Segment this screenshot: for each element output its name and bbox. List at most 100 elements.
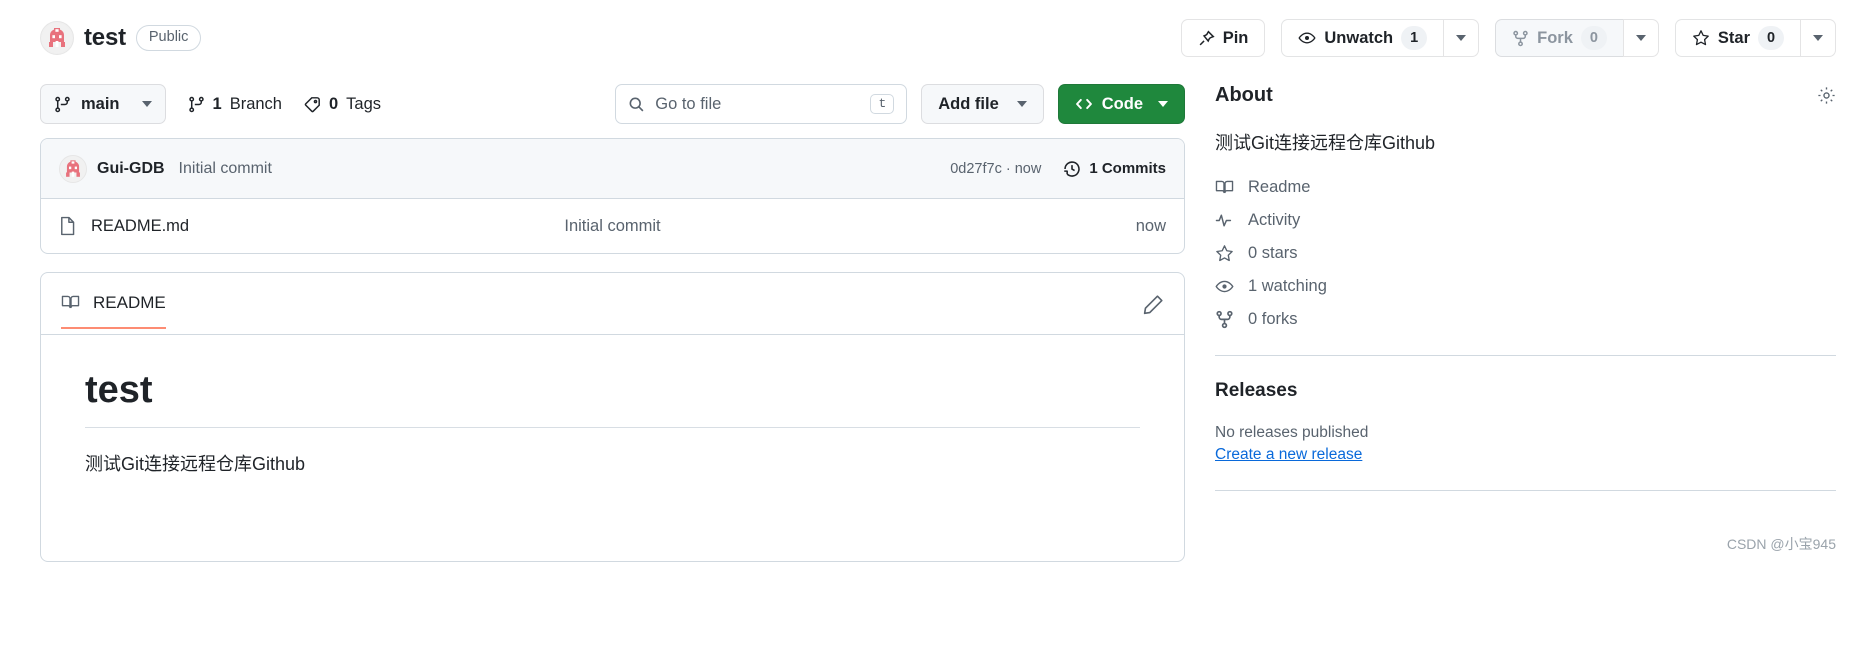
readme-paragraph: 测试Git连接远程仓库Github [85, 453, 306, 474]
unwatch-button[interactable]: Unwatch 1 [1281, 19, 1444, 57]
about-link-readme[interactable]: Readme [1215, 178, 1836, 197]
branch-count: 1 [212, 94, 222, 113]
readme-body: test 测试Git连接远程仓库Github [41, 335, 1184, 496]
branch-icon [54, 96, 71, 113]
star-dropdown-button[interactable] [1800, 19, 1836, 57]
search-shortcut-key: t [870, 93, 895, 115]
fork-button[interactable]: Fork 0 [1495, 19, 1623, 57]
latest-commit-row: Gui-GDB Initial commit 0d27f7c · now 1 C… [41, 139, 1184, 199]
page-title: test [84, 24, 126, 51]
commit-history-link[interactable]: 1 Commits [1063, 160, 1166, 178]
about-link-label: 0 stars [1248, 244, 1298, 263]
add-file-label: Add file [938, 94, 999, 113]
watch-dropdown-button[interactable] [1443, 19, 1480, 57]
code-label: Code [1101, 94, 1143, 113]
about-link-watching[interactable]: 1 watching [1215, 277, 1836, 296]
file-icon [59, 216, 77, 236]
code-button[interactable]: Code [1057, 84, 1185, 124]
table-row[interactable]: README.md Initial commit now [41, 199, 1184, 253]
fork-split-button: Fork 0 [1495, 19, 1659, 57]
releases-title: Releases [1215, 380, 1298, 402]
about-link-label: 1 watching [1248, 277, 1327, 296]
pencil-icon [1143, 294, 1164, 315]
star-label: Star [1717, 28, 1750, 47]
watermark: CSDN @小宝945 [1726, 536, 1836, 552]
eye-icon [1298, 29, 1316, 47]
tab-readme[interactable]: README [61, 293, 166, 329]
repo-header: test Public Pin Unwatch 1 Fork 0 Star 0 [0, 0, 1876, 62]
eye-icon [1215, 277, 1234, 296]
about-link-label: 0 forks [1248, 310, 1298, 329]
tag-icon [304, 96, 321, 113]
branch-count-link[interactable]: 1 Branch [188, 95, 282, 114]
fork-dropdown-button[interactable] [1622, 19, 1659, 57]
branch-selector-button[interactable]: main [40, 84, 166, 124]
pin-icon [1198, 30, 1215, 47]
watch-split-button: Unwatch 1 [1281, 19, 1480, 57]
visibility-badge: Public [135, 25, 202, 51]
about-sidebar: About 测试Git连接远程仓库Github Readme Activity … [1215, 62, 1836, 562]
pin-button[interactable]: Pin [1180, 19, 1266, 57]
readme-tab-label: README [93, 292, 166, 312]
tag-count-link[interactable]: 0 Tags [304, 95, 381, 114]
about-header: About [1215, 84, 1836, 107]
star-icon [1215, 244, 1234, 263]
about-link-label: Readme [1248, 178, 1311, 197]
about-links: Readme Activity 0 stars 1 watching 0 for… [1215, 178, 1836, 329]
fork-count: 0 [1580, 26, 1607, 50]
repo-page: test Public Pin Unwatch 1 Fork 0 Star 0 … [0, 0, 1876, 668]
search-placeholder: Go to file [655, 94, 722, 113]
book-icon [61, 293, 80, 312]
about-title: About [1215, 84, 1273, 106]
search-input[interactable]: Go to file t [615, 84, 908, 124]
branch-icon [188, 96, 205, 113]
about-link-forks[interactable]: 0 forks [1215, 310, 1836, 329]
create-release-link[interactable]: Create a new release [1215, 446, 1362, 464]
file-list-box: Gui-GDB Initial commit 0d27f7c · now 1 C… [40, 138, 1185, 254]
commit-meta: 0d27f7c · now 1 Commits [950, 160, 1166, 178]
about-link-stars[interactable]: 0 stars [1215, 244, 1836, 263]
fork-icon [1215, 310, 1234, 329]
fork-icon [1512, 30, 1529, 47]
about-link-activity[interactable]: Activity [1215, 211, 1836, 230]
sidebar-divider-2 [1215, 490, 1836, 492]
commit-author-avatar [59, 154, 87, 183]
star-icon [1692, 29, 1710, 47]
commit-count-label: 1 Commits [1089, 160, 1166, 177]
chevron-down-icon [1016, 101, 1027, 107]
gear-icon[interactable] [1817, 86, 1836, 105]
toolbar-right: Go to file t Add file Code [615, 84, 1185, 124]
pin-label: Pin [1222, 28, 1249, 47]
commit-message[interactable]: Initial commit [179, 160, 272, 178]
branch-name: main [81, 94, 120, 113]
search-icon [628, 96, 645, 113]
header-actions: Pin Unwatch 1 Fork 0 Star 0 [1180, 19, 1836, 57]
file-link[interactable]: README.md [59, 216, 189, 236]
chevron-down-icon [1158, 101, 1168, 107]
commit-sha[interactable]: 0d27f7c · now [950, 161, 1041, 177]
chevron-down-icon [1813, 35, 1823, 41]
sidebar-divider [1215, 355, 1836, 357]
robot-avatar-icon [40, 21, 74, 55]
about-link-label: Activity [1248, 211, 1301, 230]
file-commit-message[interactable]: Initial commit [564, 217, 660, 236]
chevron-down-icon [1456, 35, 1467, 41]
readme-heading: test [85, 367, 1140, 428]
commit-author-name[interactable]: Gui-GDB [97, 160, 165, 178]
fork-label: Fork [1537, 28, 1573, 47]
file-row-inner: README.md Initial commit now [59, 216, 1166, 236]
readme-card: README test 测试Git连接远程仓库Github [40, 272, 1185, 562]
readme-header: README [41, 273, 1184, 335]
edit-readme-button[interactable] [1143, 294, 1164, 327]
add-file-button[interactable]: Add file [921, 84, 1044, 124]
chevron-down-icon [1635, 35, 1646, 41]
branch-count-label: Branch [229, 94, 282, 113]
repo-title-group: test Public [40, 21, 202, 55]
star-button[interactable]: Star 0 [1674, 19, 1800, 57]
tag-count-label: Tags [346, 94, 382, 113]
body-wrapper: main 1 Branch 0 Tags Go to file t Add fi… [0, 62, 1876, 562]
pulse-icon [1215, 211, 1234, 230]
releases-empty-text: No releases published [1215, 424, 1369, 442]
file-toolbar: main 1 Branch 0 Tags Go to file t Add fi… [40, 62, 1185, 138]
star-count: 0 [1758, 26, 1784, 50]
